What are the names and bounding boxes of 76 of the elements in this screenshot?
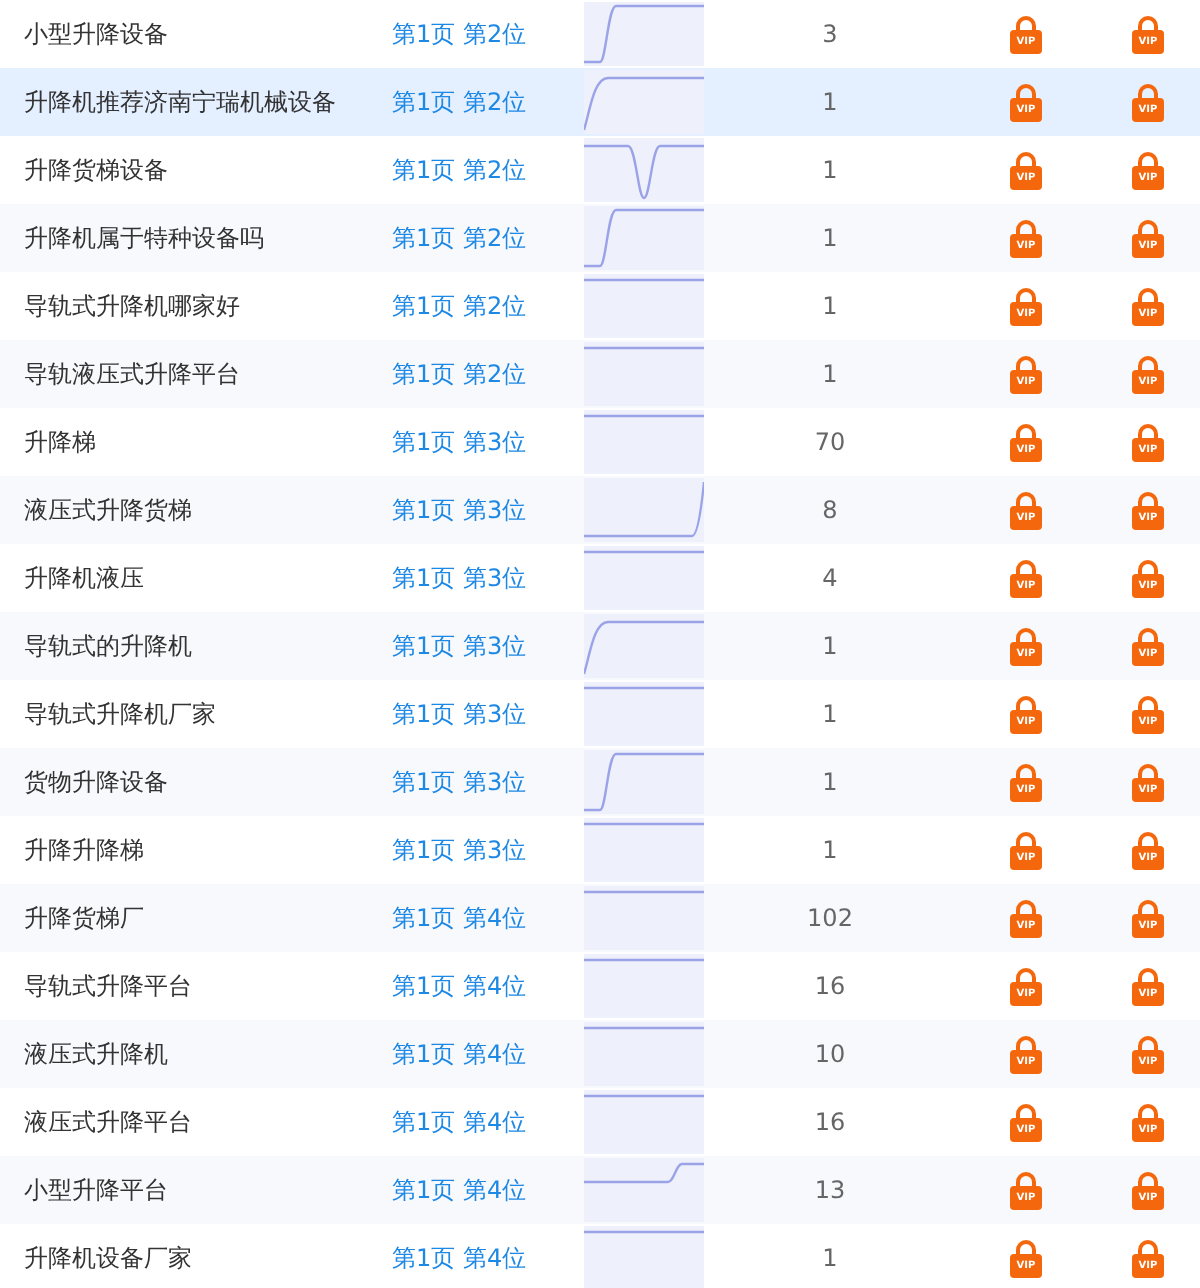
keyword-cell-text: 小型升降平台 bbox=[22, 1173, 170, 1207]
rank-link[interactable]: 第1页 第3位 bbox=[392, 629, 584, 663]
trend-sparkline bbox=[584, 614, 704, 678]
count-cell-text: 1 bbox=[820, 156, 840, 184]
keyword-cell-text: 导轨式升降机哪家好 bbox=[22, 289, 242, 323]
keyword-cell-text: 货物升降设备 bbox=[22, 765, 170, 799]
keyword-cell-text: 升降升降梯 bbox=[22, 833, 146, 867]
trend-sparkline bbox=[584, 342, 704, 406]
trend-sparkline bbox=[584, 818, 704, 882]
count-cell-text: 1 bbox=[820, 768, 840, 796]
rank-link[interactable]: 第1页 第2位 bbox=[392, 85, 584, 119]
keyword-cell-text: 升降梯 bbox=[22, 425, 98, 459]
count-cell-text: 3 bbox=[820, 20, 840, 48]
rank-link[interactable]: 第1页 第2位 bbox=[392, 357, 584, 391]
count-cell-text: 1 bbox=[820, 700, 840, 728]
count-cell-text: 4 bbox=[820, 564, 840, 592]
keyword-cell-text: 升降机推荐济南宁瑞机械设备 bbox=[22, 85, 338, 119]
count-cell-text: 70 bbox=[812, 428, 848, 456]
rank-link[interactable]: 第1页 第4位 bbox=[392, 1105, 584, 1139]
keyword-cell-text: 液压式升降货梯 bbox=[22, 493, 194, 527]
trend-sparkline bbox=[584, 1090, 704, 1154]
rank-link[interactable]: 第1页 第4位 bbox=[392, 969, 584, 1003]
count-cell-text: 10 bbox=[812, 1040, 848, 1068]
count-cell-text: 1 bbox=[820, 88, 840, 116]
rank-link[interactable]: 第1页 第2位 bbox=[392, 221, 584, 255]
keyword-cell-text: 导轨液压式升降平台 bbox=[22, 357, 242, 391]
trend-sparkline bbox=[584, 206, 704, 270]
count-cell-text: 16 bbox=[812, 972, 848, 1000]
count-cell-text: 1 bbox=[820, 292, 840, 320]
rank-link[interactable]: 第1页 第2位 bbox=[392, 153, 584, 187]
keyword-cell-text: 升降机属于特种设备吗 bbox=[22, 221, 266, 255]
keyword-cell-text: 升降机液压 bbox=[22, 561, 146, 595]
count-cell-text: 1 bbox=[820, 632, 840, 660]
rank-link[interactable]: 第1页 第3位 bbox=[392, 425, 584, 459]
rank-link[interactable]: 第1页 第2位 bbox=[392, 17, 584, 51]
trend-sparkline bbox=[584, 410, 704, 474]
count-cell-text: 1 bbox=[820, 360, 840, 388]
trend-sparkline bbox=[584, 954, 704, 1018]
trend-sparkline bbox=[584, 1022, 704, 1086]
trend-sparkline bbox=[584, 546, 704, 610]
count-cell-text: 16 bbox=[812, 1108, 848, 1136]
keyword-cell-text: 导轨式升降平台 bbox=[22, 969, 194, 1003]
rank-link[interactable]: 第1页 第3位 bbox=[392, 493, 584, 527]
rank-link[interactable]: 第1页 第3位 bbox=[392, 765, 584, 799]
keyword-cell-text: 小型升降设备 bbox=[22, 17, 170, 51]
keyword-cell-text: 液压式升降机 bbox=[22, 1037, 170, 1071]
rank-link[interactable]: 第1页 第3位 bbox=[392, 697, 584, 731]
keyword-cell-text: 导轨式的升降机 bbox=[22, 629, 194, 663]
keyword-cell-text: 导轨式升降机厂家 bbox=[22, 697, 218, 731]
trend-sparkline bbox=[584, 682, 704, 746]
trend-sparkline bbox=[584, 886, 704, 950]
trend-sparkline bbox=[584, 750, 704, 814]
count-cell-text: 102 bbox=[805, 904, 855, 932]
trend-sparkline bbox=[584, 138, 704, 202]
rank-link[interactable]: 第1页 第3位 bbox=[392, 561, 584, 595]
trend-sparkline bbox=[584, 274, 704, 338]
trend-sparkline bbox=[584, 2, 704, 66]
keyword-cell-text: 升降货梯设备 bbox=[22, 153, 170, 187]
count-cell-text: 13 bbox=[812, 1176, 848, 1204]
rank-link[interactable]: 第1页 第4位 bbox=[392, 901, 584, 935]
rank-link[interactable]: 第1页 第2位 bbox=[392, 289, 584, 323]
rank-link[interactable]: 第1页 第4位 bbox=[392, 1241, 584, 1275]
count-cell-text: 1 bbox=[820, 1244, 840, 1272]
rank-link[interactable]: 第1页 第3位 bbox=[392, 833, 584, 867]
rank-link[interactable]: 第1页 第4位 bbox=[392, 1173, 584, 1207]
keyword-cell-text: 液压式升降平台 bbox=[22, 1105, 194, 1139]
rank-link[interactable]: 第1页 第4位 bbox=[392, 1037, 584, 1071]
trend-sparkline bbox=[584, 478, 704, 542]
count-cell-text: 1 bbox=[820, 224, 840, 252]
trend-sparkline bbox=[584, 1226, 704, 1288]
count-cell-text: 1 bbox=[820, 836, 840, 864]
trend-sparkline bbox=[584, 70, 704, 134]
count-cell-text: 8 bbox=[820, 496, 840, 524]
keyword-cell-text: 升降货梯厂 bbox=[22, 901, 146, 935]
keyword-cell-text: 升降机设备厂家 bbox=[22, 1241, 194, 1275]
trend-sparkline bbox=[584, 1158, 704, 1222]
